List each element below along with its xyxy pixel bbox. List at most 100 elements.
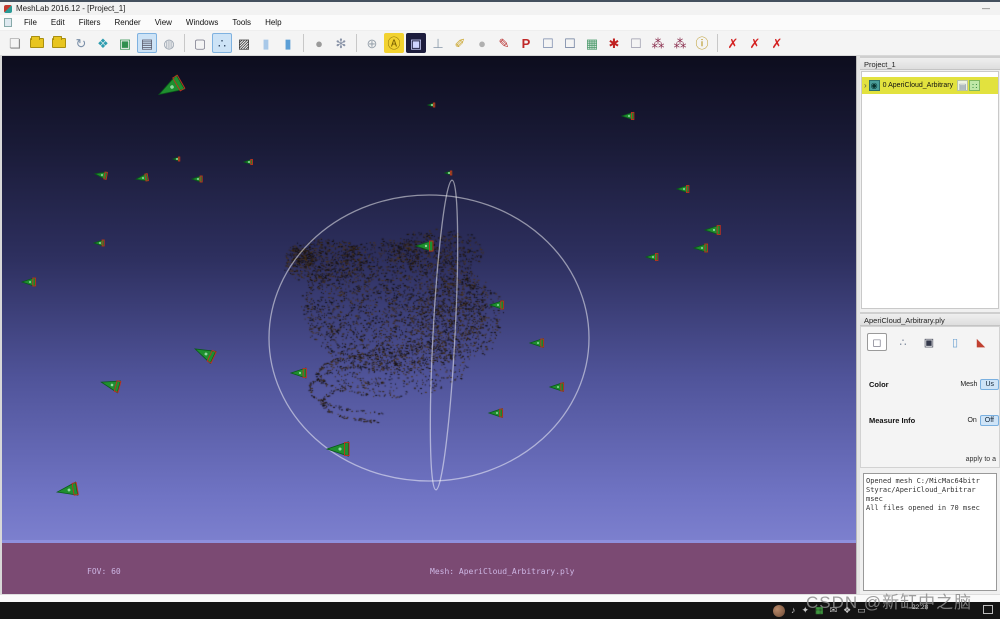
visibility-eye-icon[interactable]: ◉ <box>869 80 880 91</box>
camera-marker <box>530 339 544 348</box>
save-snapshot-icon[interactable]: ❖ <box>93 33 113 53</box>
mode-points-icon[interactable]: ∴ <box>893 333 913 351</box>
camera-marker <box>428 103 435 107</box>
camera-marker <box>622 112 634 120</box>
snapshot-icon[interactable]: ▣ <box>115 33 135 53</box>
color-option-mesh[interactable]: Mesh <box>960 381 977 388</box>
select-connected-icon[interactable]: ▦ <box>582 33 602 53</box>
background-icon[interactable]: ▣ <box>406 33 426 53</box>
camera-marker <box>677 185 689 193</box>
new-project-icon[interactable]: ❏ <box>5 33 25 53</box>
menu-item-view[interactable]: View <box>148 16 179 29</box>
menu-item-edit[interactable]: Edit <box>44 16 72 29</box>
annotate-a-icon[interactable]: Ⓐ <box>384 33 404 53</box>
select-vertices-icon[interactable]: ☐ <box>538 33 558 53</box>
camera-marker <box>56 482 78 499</box>
zpaint-icon[interactable]: ✎ <box>494 33 514 53</box>
camera-marker <box>155 75 185 102</box>
main-toolbar: ❏ ↻ ❖ ▣ ▤ ◍ ▢ ∴ ▨ ▮ ▮ ● ✻ ⊕ Ⓐ ▣ ⊥ ✐ ● ✎ P ☐ ☐ ▦ ✱ ☐ ⁂ ⁂ ⓘ ✗ ✗ ✗ <box>0 31 1000 56</box>
import-mesh-icon[interactable] <box>49 33 69 53</box>
delete-all-icon[interactable]: ✗ <box>745 33 765 53</box>
measure-off-button[interactable]: Off <box>980 415 999 426</box>
align-icon[interactable]: ✱ <box>604 33 624 53</box>
open-project-icon[interactable] <box>27 33 47 53</box>
trackball-icon[interactable]: ◍ <box>159 33 179 53</box>
axes-icon[interactable]: ⊥ <box>428 33 448 53</box>
color-label: Color <box>869 380 889 389</box>
log-panel: Opened mesh C:/MicMac64bitr Styrac/Aperi… <box>860 470 1000 594</box>
show-desktop-button[interactable] <box>983 605 993 614</box>
info-icon[interactable]: ⓘ <box>692 33 712 53</box>
camera-marker <box>489 409 503 418</box>
menu-item-render[interactable]: Render <box>107 16 147 29</box>
measure-icon[interactable]: ✐ <box>450 33 470 53</box>
crosshair-icon[interactable]: ⊕ <box>362 33 382 53</box>
delete-mesh-icon[interactable]: ✗ <box>723 33 743 53</box>
camera-marker <box>416 241 433 252</box>
layers-panel-title: Project_1 <box>860 56 1000 70</box>
mode-bbox-icon[interactable]: ◻ <box>867 333 887 351</box>
menu-item-filters[interactable]: Filters <box>72 16 108 29</box>
menu-item-help[interactable]: Help <box>258 16 288 29</box>
layer-points-icon[interactable]: ∷ <box>969 80 980 91</box>
user-avatar[interactable] <box>773 605 785 617</box>
camera-marker <box>173 157 180 161</box>
gl-viewport[interactable]: FOV: 60 FPS: 203.0 BO_RENDERING Mesh: Ap… <box>0 56 856 594</box>
camera-marker <box>135 173 148 183</box>
mode-smooth-icon[interactable]: ◣ <box>971 333 991 351</box>
menu-item-tools[interactable]: Tools <box>225 16 258 29</box>
layer-row-apericloud[interactable]: › ◉ 0 AperiCloud_Arbitrary ▤ ∷ <box>862 77 998 94</box>
toolbar-separator <box>356 34 357 52</box>
wireframe-render-icon[interactable]: ▨ <box>234 33 254 53</box>
delete-raster-icon[interactable]: ✗ <box>767 33 787 53</box>
mode-wire-icon[interactable]: ▣ <box>919 333 939 351</box>
minimize-button[interactable]: — <box>976 4 996 13</box>
layers-list: › ◉ 0 AperiCloud_Arbitrary ▤ ∷ <box>861 71 999 309</box>
camera-marker <box>94 240 104 247</box>
shader-sphere-icon[interactable]: ● <box>472 33 492 53</box>
menu-item-file[interactable]: File <box>17 16 44 29</box>
content-area: FOV: 60 FPS: 203.0 BO_RENDERING Mesh: Ap… <box>0 56 1000 594</box>
right-dock: Project_1 › ◉ 0 AperiCloud_Arbitrary ▤ ∷… <box>860 56 1000 594</box>
measure-label: Measure Info <box>869 416 915 425</box>
reload-icon[interactable]: ↻ <box>71 33 91 53</box>
show-layers-icon[interactable]: ▤ <box>137 33 157 53</box>
tray-icon-1[interactable]: ♪ <box>791 606 796 615</box>
color-option-user-button[interactable]: Us <box>980 379 999 390</box>
bbox-render-icon[interactable]: ▢ <box>190 33 210 53</box>
camera-marker <box>327 442 349 456</box>
points-render-icon[interactable]: ∴ <box>212 33 232 53</box>
properties-panel-title: AperiCloud_Arbitrary.ply <box>860 312 1000 326</box>
cluster-two-icon[interactable]: ⁂ <box>670 33 690 53</box>
select-area-icon[interactable]: ☐ <box>626 33 646 53</box>
color-row: Color Mesh Us <box>861 379 999 390</box>
mode-flat-icon[interactable]: ▯ <box>945 333 965 351</box>
expander-icon[interactable]: › <box>864 81 867 90</box>
camera-marker <box>646 253 658 261</box>
camera-marker <box>192 343 216 364</box>
camera-marker <box>244 159 253 165</box>
pickpoints-icon[interactable]: P <box>516 33 536 53</box>
hud-left-block: FOV: 60 FPS: 203.0 BO_RENDERING <box>87 547 145 594</box>
camera-marker <box>100 376 121 393</box>
light-icon[interactable]: ✻ <box>331 33 351 53</box>
texture-icon[interactable]: ● <box>309 33 329 53</box>
apply-to-all-label[interactable]: apply to a <box>966 456 996 463</box>
measure-on-option[interactable]: On <box>967 417 976 424</box>
cluster-one-icon[interactable]: ⁂ <box>648 33 668 53</box>
select-faces-icon[interactable]: ☐ <box>560 33 580 53</box>
layer-wire-icon[interactable]: ▤ <box>957 80 968 91</box>
title-bar: MeshLab 2016.12 - [Project_1] — <box>0 0 1000 15</box>
trackball-horizontal-ring <box>269 195 589 481</box>
window-title: MeshLab 2016.12 - [Project_1] <box>16 4 125 13</box>
properties-panel: AperiCloud_Arbitrary.ply ◻ ∴ ▣ ▯ ◣ Color Mes… <box>860 312 1000 468</box>
menu-bar: File Edit Filters Render View Windows To… <box>0 15 1000 31</box>
smooth-render-icon[interactable]: ▮ <box>278 33 298 53</box>
menu-item-windows[interactable]: Windows <box>179 16 225 29</box>
mdi-child-icon[interactable] <box>4 18 12 27</box>
flat-render-icon[interactable]: ▮ <box>256 33 276 53</box>
camera-marker <box>291 368 306 378</box>
log-output: Opened mesh C:/MicMac64bitr Styrac/Aperi… <box>863 473 997 591</box>
app-logo-icon <box>4 5 12 13</box>
trackball-and-cameras <box>2 56 856 540</box>
